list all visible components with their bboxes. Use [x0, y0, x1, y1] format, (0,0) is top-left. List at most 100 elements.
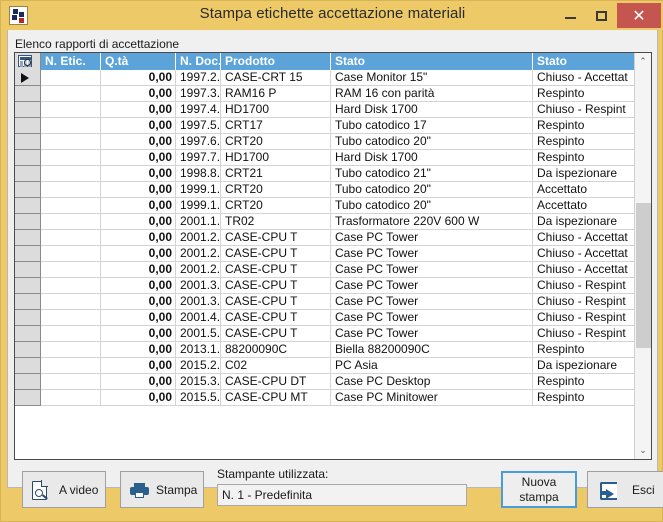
cell-prodotto[interactable]: CRT20	[221, 182, 331, 198]
cell-stato-1[interactable]: Case PC Tower	[331, 262, 533, 278]
cell-stato-1[interactable]: Case Monitor 15"	[331, 70, 533, 86]
row-selector-cell[interactable]	[15, 182, 41, 198]
cell-qta[interactable]: 0,00	[101, 358, 176, 374]
cell-n-etic[interactable]	[41, 86, 101, 102]
table-row[interactable]: 0,001997.3.1RAM16 PRAM 16 con paritàResp…	[15, 86, 636, 102]
cell-n-etic[interactable]	[41, 166, 101, 182]
row-selector-cell[interactable]	[15, 118, 41, 134]
table-row[interactable]: 0,002001.3.2CASE-CPU TCase PC TowerChius…	[15, 294, 636, 310]
cell-stato-1[interactable]: Case PC Desktop	[331, 374, 533, 390]
cell-n-doc[interactable]: 2015.2.1	[176, 358, 221, 374]
cell-stato-2[interactable]: Respinto	[533, 86, 636, 102]
cell-prodotto[interactable]: C02	[221, 358, 331, 374]
cell-stato-1[interactable]: Hard Disk 1700	[331, 102, 533, 118]
cell-prodotto[interactable]: CASE-CPU T	[221, 278, 331, 294]
cell-stato-1[interactable]: Tubo catodico 17	[331, 118, 533, 134]
cell-qta[interactable]: 0,00	[101, 214, 176, 230]
cell-stato-2[interactable]: Chiuso - Respint	[533, 278, 636, 294]
table-row[interactable]: 0,001998.8.1CRT21Tubo catodico 21"Da isp…	[15, 166, 636, 182]
cell-stato-1[interactable]: Case PC Tower	[331, 278, 533, 294]
cell-qta[interactable]: 0,00	[101, 166, 176, 182]
grid-header-n-doc[interactable]: N. Doc.	[176, 53, 221, 70]
cell-stato-1[interactable]: Hard Disk 1700	[331, 150, 533, 166]
row-selector-cell[interactable]	[15, 278, 41, 294]
cell-qta[interactable]: 0,00	[101, 198, 176, 214]
cell-n-etic[interactable]	[41, 358, 101, 374]
cell-n-doc[interactable]: 1997.4.1	[176, 102, 221, 118]
nuova-stampa-button[interactable]: Nuova stampa	[501, 471, 577, 508]
table-row[interactable]: 0,001999.1.2CRT20Tubo catodico 20"Accett…	[15, 198, 636, 214]
cell-n-doc[interactable]: 1999.1.1	[176, 182, 221, 198]
cell-prodotto[interactable]: CASE-CPU T	[221, 246, 331, 262]
cell-stato-2[interactable]: Da ispezionare	[533, 166, 636, 182]
table-row[interactable]: 0,001997.7.1HD1700Hard Disk 1700Respinto	[15, 150, 636, 166]
table-row[interactable]: 0,001997.6.1CRT20Tubo catodico 20"Respin…	[15, 134, 636, 150]
esci-button[interactable]: Esci	[587, 471, 663, 508]
cell-prodotto[interactable]: CASE-CPU DT	[221, 374, 331, 390]
cell-qta[interactable]: 0,00	[101, 246, 176, 262]
row-selector-cell[interactable]	[15, 230, 41, 246]
cell-n-doc[interactable]: 1997.7.1	[176, 150, 221, 166]
cell-stato-1[interactable]: Biella 88200090C	[331, 342, 533, 358]
cell-prodotto[interactable]: 88200090C	[221, 342, 331, 358]
cell-n-etic[interactable]	[41, 134, 101, 150]
cell-prodotto[interactable]: CASE-CPU T	[221, 310, 331, 326]
table-row[interactable]: 0,002001.2.1CASE-CPU TCase PC TowerChius…	[15, 230, 636, 246]
stampa-button[interactable]: Stampa	[120, 471, 204, 508]
cell-n-doc[interactable]: 1999.1.2	[176, 198, 221, 214]
grid-header-selector[interactable]	[15, 53, 41, 70]
cell-stato-2[interactable]: Da ispezionare	[533, 214, 636, 230]
cell-n-doc[interactable]: 1997.5.1	[176, 118, 221, 134]
row-selector-cell[interactable]	[15, 326, 41, 342]
cell-n-etic[interactable]	[41, 294, 101, 310]
cell-stato-2[interactable]: Chiuso - Accettat	[533, 70, 636, 86]
cell-n-etic[interactable]	[41, 278, 101, 294]
table-row[interactable]: 0,001997.4.1HD1700Hard Disk 1700Chiuso -…	[15, 102, 636, 118]
cell-qta[interactable]: 0,00	[101, 102, 176, 118]
cell-n-doc[interactable]: 2001.2.3	[176, 262, 221, 278]
cell-stato-1[interactable]: Case PC Tower	[331, 310, 533, 326]
cell-stato-2[interactable]: Chiuso - Respint	[533, 310, 636, 326]
cell-stato-2[interactable]: Accettato	[533, 198, 636, 214]
cell-n-etic[interactable]	[41, 390, 101, 406]
cell-n-doc[interactable]: 1997.6.1	[176, 134, 221, 150]
cell-n-doc[interactable]: 2001.4.1	[176, 310, 221, 326]
scroll-up-arrow-icon[interactable]: ⌃	[635, 53, 651, 70]
cell-n-doc[interactable]: 2001.1.1	[176, 214, 221, 230]
scroll-down-arrow-icon[interactable]: ⌄	[635, 442, 651, 459]
close-button[interactable]: ✕	[617, 3, 661, 28]
cell-n-doc[interactable]: 2001.2.2	[176, 246, 221, 262]
cell-n-etic[interactable]	[41, 374, 101, 390]
cell-n-etic[interactable]	[41, 70, 101, 86]
cell-prodotto[interactable]: CASE-CPU T	[221, 294, 331, 310]
cell-prodotto[interactable]: CASE-CPU T	[221, 262, 331, 278]
grid-vertical-scrollbar[interactable]: ⌃ ⌄	[634, 53, 651, 459]
cell-stato-2[interactable]: Chiuso - Respint	[533, 102, 636, 118]
cell-stato-2[interactable]: Chiuso - Respint	[533, 294, 636, 310]
cell-n-doc[interactable]: 2001.5.1	[176, 326, 221, 342]
row-selector-cell[interactable]	[15, 70, 41, 86]
table-row[interactable]: 0,002001.3.1CASE-CPU TCase PC TowerChius…	[15, 278, 636, 294]
table-row[interactable]: 0,002001.5.1CASE-CPU TCase PC TowerChius…	[15, 326, 636, 342]
cell-prodotto[interactable]: CASE-CPU T	[221, 326, 331, 342]
row-selector-cell[interactable]	[15, 374, 41, 390]
cell-n-etic[interactable]	[41, 310, 101, 326]
cell-stato-2[interactable]: Respinto	[533, 390, 636, 406]
grid-header-prodotto[interactable]: Prodotto	[221, 53, 331, 70]
cell-prodotto[interactable]: CRT20	[221, 134, 331, 150]
cell-stato-1[interactable]: Tubo catodico 20"	[331, 182, 533, 198]
cell-n-doc[interactable]: 1998.8.1	[176, 166, 221, 182]
cell-qta[interactable]: 0,00	[101, 262, 176, 278]
cell-qta[interactable]: 0,00	[101, 374, 176, 390]
cell-stato-2[interactable]: Chiuso - Accettat	[533, 230, 636, 246]
cell-prodotto[interactable]: CRT21	[221, 166, 331, 182]
table-row[interactable]: 0,001997.5.1CRT17Tubo catodico 17Respint…	[15, 118, 636, 134]
cell-n-etic[interactable]	[41, 118, 101, 134]
cell-n-doc[interactable]: 2001.3.1	[176, 278, 221, 294]
row-selector-cell[interactable]	[15, 214, 41, 230]
table-row[interactable]: 0,002001.2.2CASE-CPU TCase PC TowerChius…	[15, 246, 636, 262]
cell-n-doc[interactable]: 2001.2.1	[176, 230, 221, 246]
cell-prodotto[interactable]: CASE-CPU MT	[221, 390, 331, 406]
cell-prodotto[interactable]: HD1700	[221, 150, 331, 166]
row-selector-cell[interactable]	[15, 262, 41, 278]
